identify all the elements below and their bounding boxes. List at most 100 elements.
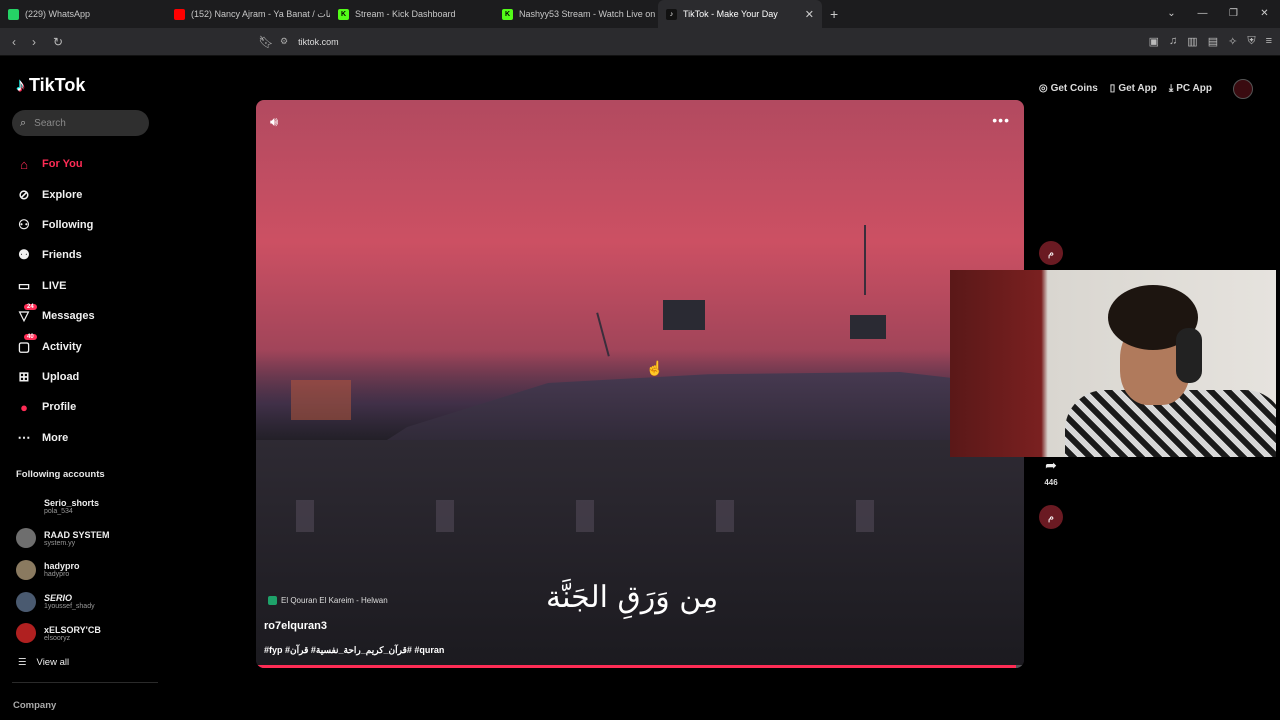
list-item[interactable]: hadypro hadypro bbox=[16, 554, 156, 586]
music-icon[interactable]: ♫ bbox=[1169, 35, 1177, 48]
sidebar-item-messages[interactable]: ▽ 24 Messages bbox=[16, 301, 95, 331]
sidebar-item-following[interactable]: ⚇ Following bbox=[16, 210, 95, 240]
lit-window bbox=[291, 380, 351, 420]
sidebar-item-explore[interactable]: ⊘ Explore bbox=[16, 179, 95, 209]
search-input[interactable]: ⌕ Search bbox=[12, 110, 149, 136]
tiktok-logo[interactable]: ♪ TikTok bbox=[16, 75, 85, 96]
avatar bbox=[16, 623, 36, 644]
vpn-icon[interactable]: ⛨ bbox=[1247, 35, 1255, 48]
close-window-icon[interactable]: ✕ bbox=[1249, 0, 1280, 28]
avatar bbox=[16, 528, 36, 549]
view-all-label: View all bbox=[36, 657, 70, 668]
reload-icon[interactable]: ↻ bbox=[48, 35, 68, 49]
get-coins-button[interactable]: ◎ Get Coins bbox=[1039, 83, 1098, 94]
leo-icon[interactable]: ✧ bbox=[1228, 35, 1237, 48]
tab-title: (152) Nancy Ajram - Ya Banat / بنات bbox=[191, 8, 330, 19]
video-caption-overlay: مِن وَرَقِ الجَنَّة bbox=[546, 580, 719, 615]
tab-search-icon[interactable]: ⌄ bbox=[1156, 0, 1187, 28]
list-item[interactable]: SERIO 1youssef_shady bbox=[16, 586, 156, 618]
webcam-overlay bbox=[950, 270, 1276, 457]
video-progress-bar[interactable] bbox=[256, 665, 1024, 668]
menu-icon[interactable]: ≡ bbox=[1266, 35, 1272, 48]
avatar bbox=[16, 591, 36, 612]
friends-icon: ⚉ bbox=[18, 247, 30, 263]
volume-icon[interactable]: 🔊︎ bbox=[270, 114, 278, 130]
tab-title: Stream - Kick Dashboard bbox=[355, 9, 456, 19]
more-options-icon[interactable]: ••• bbox=[992, 112, 1010, 128]
pc-app-label: PC App bbox=[1176, 83, 1212, 94]
site-info-icon[interactable]: ⚙ bbox=[280, 36, 288, 47]
get-app-button[interactable]: ▯ Get App bbox=[1110, 83, 1157, 94]
sidebar-item-label: Following bbox=[42, 218, 94, 231]
url-text: tiktok.com bbox=[298, 36, 339, 47]
sidebar-item-for-you[interactable]: ⌂ For You bbox=[16, 149, 95, 179]
video-author[interactable]: ro7elquran3 bbox=[264, 620, 327, 632]
messages-badge: 24 bbox=[24, 303, 37, 310]
maximize-icon[interactable]: ❐ bbox=[1218, 0, 1249, 28]
account-name: RAAD SYSTEM bbox=[44, 529, 110, 540]
address-bar: ‹ › ↻ 🔖︎ ⚙ tiktok.com ▣ ♫ ▥ ▤ ✧ ⛨ ≡ bbox=[0, 28, 1280, 56]
sound-tag[interactable]: El Qouran El Kareim - Helwan bbox=[268, 596, 388, 605]
get-app-label: Get App bbox=[1118, 83, 1157, 94]
media-icon[interactable]: ▣ bbox=[1149, 35, 1159, 48]
antenna bbox=[864, 225, 866, 295]
list-item[interactable]: RAAD SYSTEM system.yy bbox=[16, 523, 156, 555]
sidebar-item-label: More bbox=[42, 431, 69, 444]
hand-cursor-icon: ☝ bbox=[646, 360, 664, 376]
sound-disc-button[interactable]: م bbox=[1037, 505, 1065, 529]
sidebar-item-friends[interactable]: ⚉ Friends bbox=[16, 240, 95, 270]
tab-tiktok[interactable]: ♪ TikTok - Make Your Day ✕ bbox=[658, 0, 822, 28]
profile-avatar[interactable] bbox=[1233, 79, 1253, 99]
close-tab-icon[interactable]: ✕ bbox=[797, 8, 814, 21]
creator-avatar-button[interactable]: م bbox=[1037, 241, 1065, 265]
kick-icon: K bbox=[338, 8, 349, 20]
sidebar-item-activity[interactable]: ▢ 40 Activity bbox=[16, 331, 95, 361]
back-icon[interactable]: ‹ bbox=[4, 35, 24, 49]
account-handle: pola_534 bbox=[44, 508, 73, 516]
video-player[interactable]: 🔊︎ ••• مِن وَرَقِ الجَنَّة El Qouran El … bbox=[256, 100, 1024, 668]
window bbox=[576, 500, 594, 532]
account-name: SERIO bbox=[44, 593, 73, 604]
sidebar-icon[interactable]: ▥ bbox=[1187, 35, 1197, 48]
sidebar-item-upload[interactable]: ⊞ Upload bbox=[16, 362, 95, 392]
window bbox=[436, 500, 454, 532]
wallet-icon[interactable]: ▤ bbox=[1208, 35, 1218, 48]
sidebar-nav: ⌂ For You ⊘ Explore ⚇ Following ⚉ Friend… bbox=[16, 149, 95, 453]
youtube-icon bbox=[174, 8, 185, 20]
pc-app-button[interactable]: ⤓ PC App bbox=[1169, 83, 1212, 94]
sidebar-item-live[interactable]: ▭ LIVE bbox=[16, 271, 95, 301]
share-button[interactable]: ➦ 446 bbox=[1037, 457, 1065, 487]
minimize-icon[interactable]: — bbox=[1187, 0, 1218, 28]
browser-tab-bar: (229) WhatsApp (152) Nancy Ajram - Ya Ba… bbox=[0, 0, 1280, 28]
sound-disc: م bbox=[1039, 505, 1063, 529]
sidebar-item-more[interactable]: ⋯ More bbox=[16, 423, 95, 453]
activity-badge: 40 bbox=[24, 334, 37, 341]
window bbox=[856, 500, 874, 532]
view-all-link[interactable]: ☰ View all bbox=[18, 657, 69, 668]
tab-youtube[interactable]: (152) Nancy Ajram - Ya Banat / بنات bbox=[166, 0, 330, 28]
video-hashtags[interactable]: #fyp #قرآن_كريم_راحة_نفسية# قرآن# #quran bbox=[264, 645, 444, 656]
creator-avatar: م bbox=[1039, 241, 1063, 265]
sidebar-item-label: Activity bbox=[42, 340, 82, 353]
search-icon: ⌕ bbox=[20, 116, 27, 129]
sidebar-item-profile[interactable]: ● Profile bbox=[16, 392, 95, 422]
list-item[interactable]: xELSORY'CB elsooryz bbox=[16, 617, 156, 649]
tab-title: (229) WhatsApp bbox=[25, 9, 91, 19]
profile-icon: ● bbox=[20, 399, 28, 415]
sidebar-item-label: Messages bbox=[42, 310, 95, 323]
bookmark-icon[interactable]: 🔖︎ bbox=[256, 35, 276, 49]
company-link[interactable]: Company bbox=[13, 700, 56, 711]
tab-kick-dashboard[interactable]: K Stream - Kick Dashboard bbox=[330, 0, 494, 28]
divider bbox=[12, 682, 158, 683]
sidebar-item-label: For You bbox=[42, 158, 83, 171]
new-tab-icon[interactable]: + bbox=[830, 6, 838, 22]
window-controls: ⌄ — ❐ ✕ bbox=[1156, 0, 1280, 28]
share-icon: ➦ bbox=[1045, 457, 1057, 473]
top-actions: ◎ Get Coins ▯ Get App ⤓ PC App bbox=[1039, 83, 1212, 94]
list-item[interactable]: Serio_shorts pola_534 bbox=[16, 491, 156, 523]
phone-icon: ▯ bbox=[1109, 83, 1116, 94]
forward-icon[interactable]: › bbox=[24, 35, 44, 49]
url-field[interactable]: ⚙ tiktok.com bbox=[280, 31, 998, 53]
tab-whatsapp[interactable]: (229) WhatsApp bbox=[0, 0, 166, 28]
tab-kick-stream[interactable]: K Nashyy53 Stream - Watch Live on Kic bbox=[494, 0, 658, 28]
